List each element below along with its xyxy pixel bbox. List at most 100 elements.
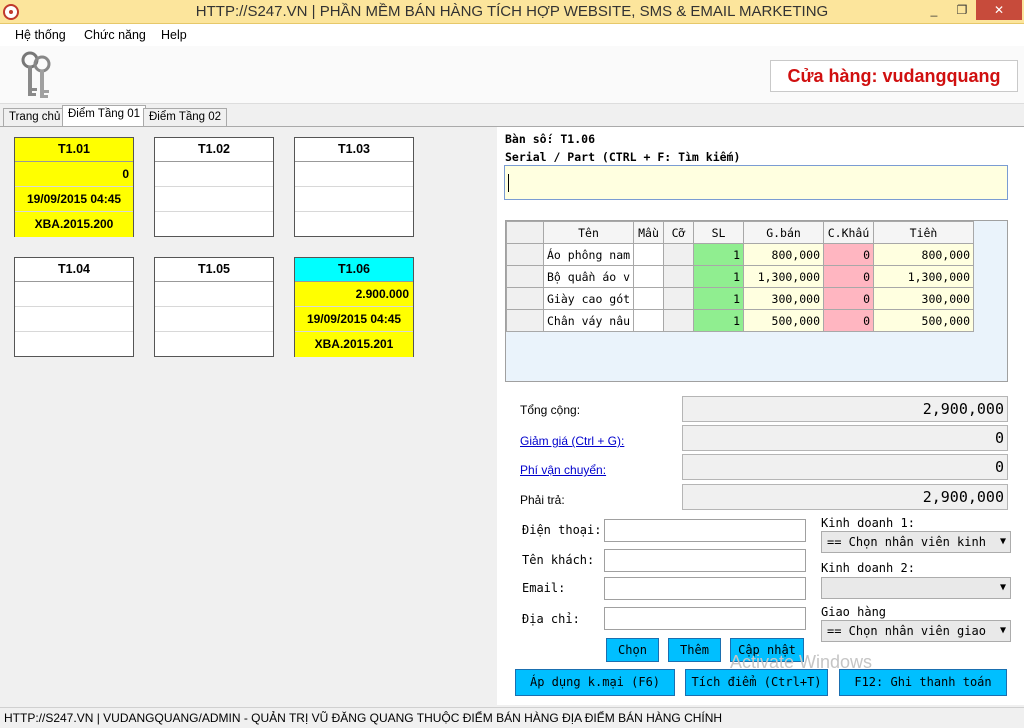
table-row[interactable]: Chân váy nâu 1 500,000 0 500,000 [506,309,974,332]
table-name: T1.05 [155,258,273,282]
status-bar: HTTP://S247.VN | VUDANGQUANG/ADMIN - QUẢ… [0,707,1024,728]
menu-chuc-nang[interactable]: Chức năng [84,28,146,42]
item-color[interactable] [633,287,664,310]
close-button[interactable]: ✕ [976,0,1022,20]
menu-he-thong[interactable]: Hệ thống [15,28,66,42]
address-field[interactable] [604,607,806,630]
item-name[interactable]: Chân váy nâu [543,309,634,332]
phone-label: Điện thoại: [522,523,602,537]
sales1-value: == Chọn nhân viên kinh [827,535,986,549]
item-name[interactable]: Giày cao gót [543,287,634,310]
apply-promo-button[interactable]: Áp dụng k.mại (F6) [515,669,675,696]
table-card-t1-06[interactable]: T1.06 2.900.000 19/09/2015 04:45 XBA.201… [294,257,414,357]
discount-value[interactable]: 0 [682,425,1008,451]
item-price[interactable]: 1,300,000 [743,265,824,288]
table-code [15,332,133,357]
item-color[interactable] [633,265,664,288]
checkout-button[interactable]: F12: Ghi thanh toán [839,669,1007,696]
email-field[interactable] [604,577,806,600]
table-row[interactable]: Áo phông nam 1 800,000 0 800,000 [506,243,974,266]
item-size[interactable] [663,309,694,332]
table-row[interactable]: Giày cao gót 1 300,000 0 300,000 [506,287,974,310]
item-qty[interactable]: 1 [693,265,744,288]
table-time [155,307,273,332]
row-header[interactable] [506,287,544,310]
item-name[interactable]: Bộ quần áo v [543,265,634,288]
item-color[interactable] [633,309,664,332]
grid-header-row: Tên Mầu Cỡ SL G.bán C.Khấu Tiền [506,221,974,244]
col-gia-ban[interactable]: G.bán [743,221,824,244]
table-card-t1-03[interactable]: T1.03 [294,137,414,237]
item-color[interactable] [633,243,664,266]
sales1-select[interactable]: == Chọn nhân viên kinh ▼ [821,531,1011,553]
item-size[interactable] [663,265,694,288]
delivery-select[interactable]: == Chọn nhân viên giao ▼ [821,620,1011,642]
row-header-corner [506,221,544,244]
menu-bar: Hệ thống Chức năng Help [0,24,1024,46]
shipping-fee-value[interactable]: 0 [682,454,1008,480]
customer-name-label: Tên khách: [522,553,595,567]
row-header[interactable] [506,309,544,332]
table-name: T1.01 [15,138,133,162]
table-card-t1-01[interactable]: T1.01 0 19/09/2015 04:45 XBA.2015.200 [14,137,134,237]
item-discount[interactable]: 0 [823,243,874,266]
item-size[interactable] [663,287,694,310]
row-header[interactable] [506,265,544,288]
discount-link[interactable]: Giảm giá (Ctrl + G): [520,434,624,448]
address-label: Địa chỉ: [522,612,580,626]
col-co[interactable]: Cỡ [663,221,694,244]
item-discount[interactable]: 0 [823,287,874,310]
choose-button[interactable]: Chọn [606,638,659,662]
item-price[interactable]: 500,000 [743,309,824,332]
table-card-t1-02[interactable]: T1.02 [154,137,274,237]
total-label: Tổng cộng: [520,403,581,417]
col-ten[interactable]: Tên [543,221,634,244]
table-name: T1.04 [15,258,133,282]
phone-field[interactable] [604,519,806,542]
item-total: 800,000 [873,243,974,266]
item-price[interactable]: 300,000 [743,287,824,310]
serial-input[interactable] [504,165,1008,200]
customer-name-field[interactable] [604,549,806,572]
col-sl[interactable]: SL [693,221,744,244]
order-grid[interactable]: Tên Mầu Cỡ SL G.bán C.Khấu Tiền Áo phông… [505,220,1008,382]
tab-trang-chu[interactable]: Trang chủ [3,108,67,127]
tab-diem-tang-02[interactable]: Điểm Tầng 02 [143,108,228,127]
row-header[interactable] [506,243,544,266]
table-card-t1-04[interactable]: T1.04 [14,257,134,357]
item-size[interactable] [663,243,694,266]
table-code [155,212,273,237]
item-qty[interactable]: 1 [693,287,744,310]
col-tien[interactable]: Tiền [873,221,974,244]
menu-help[interactable]: Help [161,28,187,42]
table-amount: 0 [15,162,133,187]
table-time: 19/09/2015 04:45 [295,307,413,332]
item-qty[interactable]: 1 [693,309,744,332]
item-name[interactable]: Áo phông nam [543,243,634,266]
item-qty[interactable]: 1 [693,243,744,266]
add-button[interactable]: Thêm [668,638,721,662]
minimize-button[interactable]: _ [920,0,948,20]
sales2-select[interactable]: ▼ [821,577,1011,599]
loyalty-points-button[interactable]: Tích điểm (Ctrl+T) [685,669,828,696]
item-discount[interactable]: 0 [823,309,874,332]
toolbar: Cửa hàng: vudangquang [0,46,1024,104]
restore-button[interactable]: ❐ [948,0,976,20]
item-total: 500,000 [873,309,974,332]
col-chiet-khau[interactable]: C.Khấu [823,221,874,244]
item-price[interactable]: 800,000 [743,243,824,266]
amount-due-label: Phải trả: [520,493,565,507]
table-card-t1-05[interactable]: T1.05 [154,257,274,357]
col-mau[interactable]: Mầu [633,221,664,244]
tab-diem-tang-01[interactable]: Điểm Tầng 01 [62,105,147,127]
item-total: 300,000 [873,287,974,310]
table-row[interactable]: Bộ quần áo v 1 1,300,000 0 1,300,000 [506,265,974,288]
keys-icon[interactable] [16,50,56,102]
table-number-label: Bàn số: T1.06 [505,132,596,146]
table-time [155,187,273,212]
delivery-label: Giao hàng [821,605,887,619]
table-time [15,307,133,332]
shipping-fee-link[interactable]: Phí vận chuyển: [520,463,606,477]
item-discount[interactable]: 0 [823,265,874,288]
chevron-down-icon: ▼ [999,582,1006,593]
